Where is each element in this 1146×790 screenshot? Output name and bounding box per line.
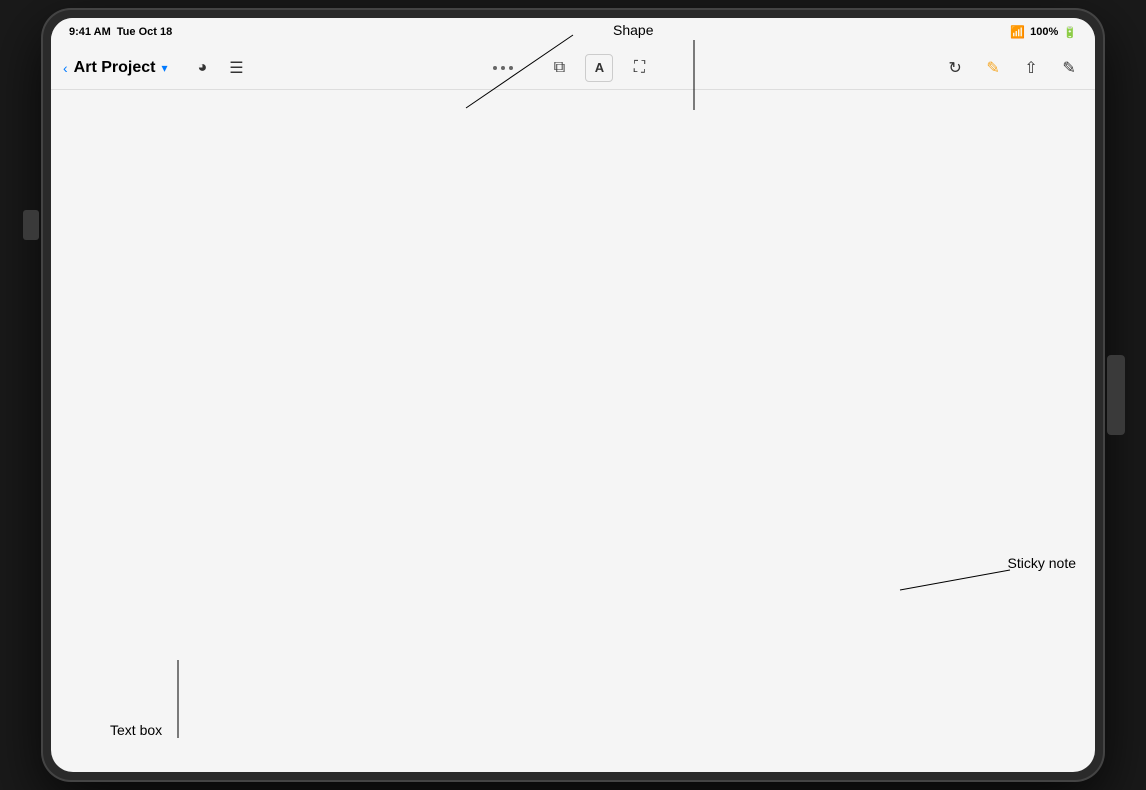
home-button[interactable]	[1107, 355, 1125, 435]
more-options-icon[interactable]	[493, 66, 513, 70]
share-icon[interactable]: ⇧	[1017, 54, 1045, 82]
battery-icon: 🔋	[1063, 26, 1077, 39]
wifi-icon: 📶	[1010, 25, 1025, 39]
date-display: Tue Oct 18	[117, 26, 172, 38]
toolbar-right: ↻ ✎ ⇧ ✎	[748, 54, 1083, 82]
shape-line	[693, 40, 695, 110]
toolbar-center: ⧉ A ⛶	[406, 54, 741, 82]
project-title: Art Project	[74, 59, 156, 77]
fullscreen-icon[interactable]: ✎	[1055, 54, 1083, 82]
layers-icon[interactable]: ⧉	[545, 54, 573, 82]
shape-annotation-label: Shape	[613, 22, 653, 38]
toolbar-left: ‹ Art Project ▾ ◕ ☰	[63, 54, 398, 82]
text-icon[interactable]: A	[585, 54, 613, 82]
status-bar: 9:41 AM Tue Oct 18 📶 100% 🔋	[51, 18, 1095, 46]
image-icon[interactable]: ⛶	[625, 54, 653, 82]
ipad-frame: 9:41 AM Tue Oct 18 📶 100% 🔋 ‹ Art Projec…	[43, 10, 1103, 780]
sticky-note-annotation-label: Sticky note	[1008, 555, 1076, 571]
pencil-icon[interactable]: ✎	[979, 54, 1007, 82]
ipad-screen: 9:41 AM Tue Oct 18 📶 100% 🔋 ‹ Art Projec…	[51, 18, 1095, 772]
battery-display: 100%	[1030, 26, 1058, 38]
title-dropdown-icon[interactable]: ▾	[161, 61, 167, 75]
back-button[interactable]: ‹	[63, 60, 68, 76]
navigate-icon[interactable]: ◕	[188, 54, 216, 82]
undo-icon[interactable]: ↻	[941, 54, 969, 82]
toolbar: ‹ Art Project ▾ ◕ ☰ ⧉ A ⛶ ↻ ✎ ⇧ ✎	[51, 46, 1095, 90]
status-left: 9:41 AM Tue Oct 18	[69, 26, 172, 38]
time-display: 9:41 AM	[69, 26, 111, 38]
text-box-annotation-label: Text box	[110, 722, 162, 738]
status-right: 📶 100% 🔋	[1010, 25, 1077, 39]
volume-button	[23, 210, 39, 240]
view-mode-icon[interactable]: ☰	[222, 54, 250, 82]
